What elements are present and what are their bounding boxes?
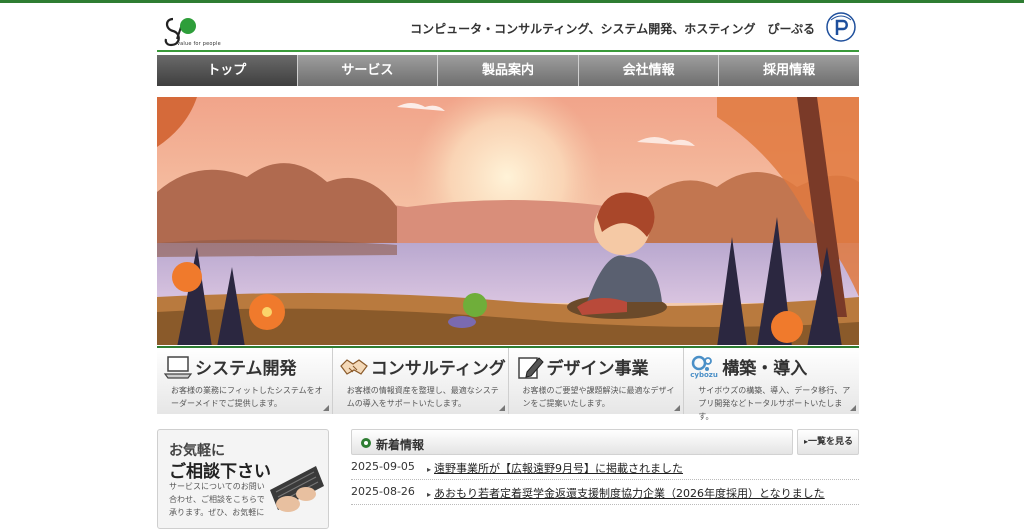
news-section: 新着情報 一覧を見る 2025-09-05 遠野事業所が【広報遠野9月号】に掲載…	[351, 429, 859, 505]
news-date: 2025-08-26	[351, 485, 415, 498]
laptop-icon	[163, 356, 193, 379]
consult-box[interactable]: お気軽に ご相談下さい サービスについてのお問い合わせ、ご相談をこちらで承ります…	[157, 429, 329, 529]
service-title: システム開発	[195, 359, 297, 379]
service-design[interactable]: デザイン事業 お客様のご要望や課題解決に最適なデザインをご提案いたします。	[508, 348, 685, 414]
nav-top[interactable]: トップ	[157, 55, 298, 86]
service-desc: お客様のご要望や課題解決に最適なデザインをご提案いたします。	[522, 386, 675, 408]
news-more-button[interactable]: 一覧を見る	[797, 429, 859, 455]
logo-tagline: value for people	[177, 41, 221, 47]
corner-arrow-icon	[674, 405, 681, 411]
news-header: 新着情報 一覧を見る	[351, 429, 859, 455]
news-title-bar: 新着情報	[351, 429, 793, 455]
service-desc: お客様の業務にフィットしたシステムをオーダーメイドでご提供します。	[171, 386, 323, 408]
keyboard-hands-icon	[270, 466, 324, 512]
news-link[interactable]: 遠野事業所が【広報遠野9月号】に掲載されました	[427, 460, 683, 476]
service-title: デザイン事業	[546, 359, 649, 379]
service-system-dev[interactable]: システム開発 お客様の業務にフィットしたシステムをオーダーメイドでご提供します。	[157, 348, 333, 414]
hero-illustration	[157, 97, 859, 345]
service-strip: システム開発 お客様の業務にフィットしたシステムをオーダーメイドでご提供します。…	[157, 346, 859, 421]
corner-arrow-icon	[498, 405, 505, 411]
news-title: 新着情報	[376, 438, 425, 452]
service-cybozu[interactable]: cybozu 構築・導入 サイボウズの構築、導入、データ移行、アプリ開発などトー…	[684, 348, 859, 421]
service-desc: お客様の情報資産を整理し、最適なシステムの導入をサポートいたします。	[346, 386, 499, 408]
cybozu-brand: cybozu	[690, 371, 718, 379]
service-desc: サイボウズの構築、導入、データ移行、アプリ開発などトータルサポートいたします。	[698, 386, 851, 421]
corner-arrow-icon	[322, 405, 329, 411]
privacy-mark-icon[interactable]	[825, 11, 857, 43]
nav-company[interactable]: 会社情報	[578, 55, 720, 86]
service-consulting[interactable]: コンサルティング お客様の情報資産を整理し、最適なシステムの導入をサポートいたし…	[332, 348, 509, 414]
consult-line2: ご相談下さい	[169, 462, 271, 482]
news-link[interactable]: あおもり若者定着奨学金返還支援制度協力企業（2026年度採用）となりました	[427, 485, 825, 501]
consult-body: サービスについてのお問い合わせ、ご相談をこちらで承ります。ぜひ、お気軽に	[169, 482, 265, 517]
nav-products[interactable]: 製品案内	[438, 55, 579, 86]
news-row: 2025-08-26 あおもり若者定着奨学金返還支援制度協力企業（2026年度採…	[351, 480, 859, 505]
nav-service[interactable]: サービス	[297, 55, 439, 86]
header-tagline: コンピュータ・コンサルティング、システム開発、ホスティング ぴーぷる	[410, 22, 815, 36]
site-header: value for people コンピュータ・コンサルティング、システム開発、…	[157, 3, 859, 52]
global-nav: トップ サービス 製品案内 会社情報 採用情報	[157, 55, 859, 86]
news-date: 2025-09-05	[351, 460, 415, 473]
service-title: コンサルティング	[370, 359, 506, 379]
corner-arrow-icon	[850, 405, 856, 411]
bullet-icon	[361, 438, 371, 448]
page-wrapper: value for people コンピュータ・コンサルティング、システム開発、…	[157, 3, 859, 529]
nav-recruit[interactable]: 採用情報	[719, 55, 859, 86]
service-title: 構築・導入	[722, 359, 808, 379]
hero-banner	[157, 97, 859, 345]
pencil-icon	[517, 357, 544, 379]
news-row: 2025-09-05 遠野事業所が【広報遠野9月号】に掲載されました	[351, 455, 859, 480]
handshake-icon	[339, 359, 368, 375]
